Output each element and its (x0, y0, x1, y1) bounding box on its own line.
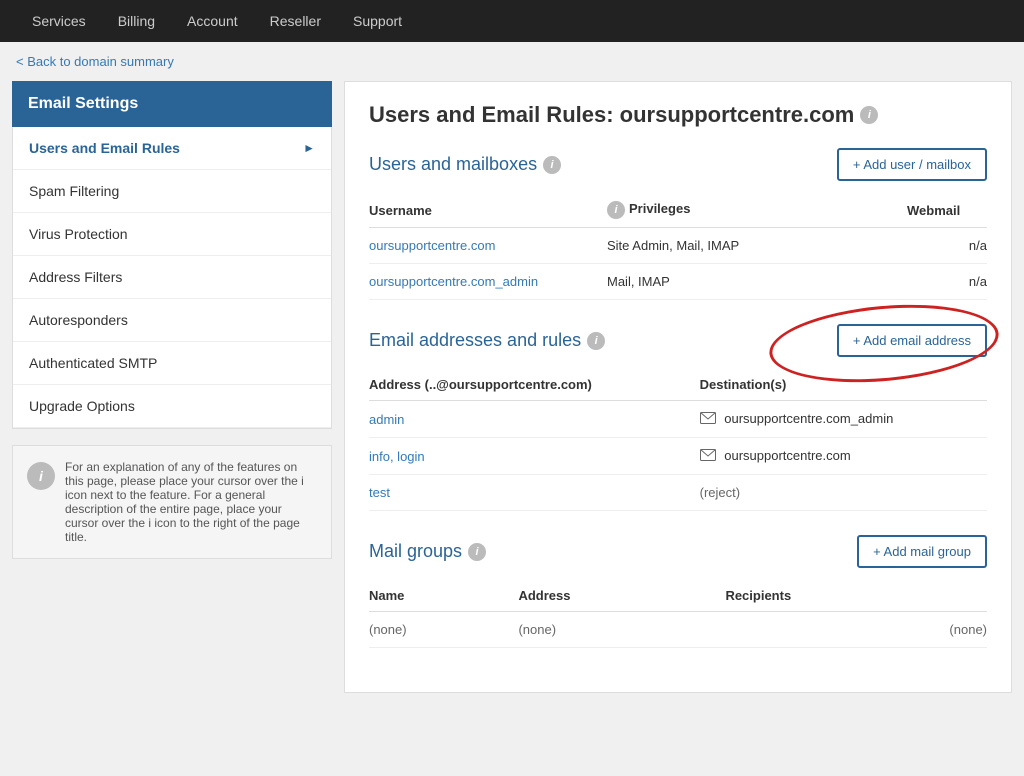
sidebar-info-text: For an explanation of any of the feature… (65, 460, 317, 544)
sidebar-item-spam-filtering[interactable]: Spam Filtering (13, 170, 331, 213)
page-title-text: Users and Email Rules: oursupportcentre.… (369, 102, 854, 128)
add-mail-group-button[interactable]: + Add mail group (857, 535, 987, 568)
email-address-link[interactable]: test (369, 485, 390, 500)
sidebar: Email Settings Users and Email Rules ► S… (12, 81, 332, 693)
sidebar-item-autoresponders[interactable]: Autoresponders (13, 299, 331, 342)
sidebar-item-upgrade-options[interactable]: Upgrade Options (13, 385, 331, 428)
add-email-address-button[interactable]: + Add email address (837, 324, 987, 357)
email-address-link[interactable]: admin (369, 412, 404, 427)
privileges-cell: Site Admin, Mail, IMAP (607, 228, 907, 264)
users-section-header: Users and mailboxes i + Add user / mailb… (369, 148, 987, 181)
info-icon: i (27, 462, 55, 490)
table-row: oursupportcentre.com_admin Mail, IMAP n/… (369, 264, 987, 300)
nav-billing[interactable]: Billing (102, 0, 171, 42)
sidebar-info-box: i For an explanation of any of the featu… (12, 445, 332, 559)
group-recipients-cell: (none) (725, 612, 987, 648)
table-row: info, login oursupportcentre.com (369, 438, 987, 475)
nav-services[interactable]: Services (16, 0, 102, 42)
mail-groups-section-title: Mail groups i (369, 541, 486, 562)
sidebar-title: Email Settings (12, 81, 332, 127)
sidebar-item-label: Autoresponders (29, 312, 128, 328)
sidebar-item-virus-protection[interactable]: Virus Protection (13, 213, 331, 256)
email-section-header: Email addresses and rules i + Add email … (369, 324, 987, 357)
mail-icon (700, 412, 716, 427)
mail-icon (700, 449, 716, 464)
destination-cell: (reject) (700, 475, 987, 511)
table-row: (none) (none) (none) (369, 612, 987, 648)
back-link-container: < Back to domain summary (0, 42, 1024, 81)
nav-reseller[interactable]: Reseller (254, 0, 337, 42)
nav-account[interactable]: Account (171, 0, 254, 42)
username-link[interactable]: oursupportcentre.com (369, 238, 495, 253)
destination-cell: oursupportcentre.com_admin (700, 401, 987, 438)
mail-groups-section-header: Mail groups i + Add mail group (369, 535, 987, 568)
page-title: Users and Email Rules: oursupportcentre.… (369, 102, 987, 128)
users-table: Username iPrivileges Webmail oursupportc… (369, 193, 987, 300)
destination-column-header: Destination(s) (700, 369, 987, 401)
group-name-cell: (none) (369, 612, 518, 648)
privileges-column-header: iPrivileges (607, 193, 907, 228)
group-address-cell: (none) (518, 612, 725, 648)
sidebar-item-label: Spam Filtering (29, 183, 119, 199)
email-address-link[interactable]: info, login (369, 449, 425, 464)
email-section-title-text: Email addresses and rules (369, 330, 581, 351)
table-row: test (reject) (369, 475, 987, 511)
name-column-header: Name (369, 580, 518, 612)
webmail-cell: n/a (907, 228, 987, 264)
sidebar-item-users-email-rules[interactable]: Users and Email Rules ► (13, 127, 331, 170)
sidebar-menu: Users and Email Rules ► Spam Filtering V… (12, 127, 332, 429)
main-layout: Email Settings Users and Email Rules ► S… (0, 81, 1024, 705)
back-to-domain-link[interactable]: < Back to domain summary (16, 54, 174, 69)
username-column-header: Username (369, 193, 607, 228)
email-section-title: Email addresses and rules i (369, 330, 605, 351)
destination-cell: oursupportcentre.com (700, 438, 987, 475)
mail-groups-title-text: Mail groups (369, 541, 462, 562)
add-email-button-container: + Add email address (837, 324, 987, 357)
chevron-right-icon: ► (303, 141, 315, 155)
username-link[interactable]: oursupportcentre.com_admin (369, 274, 538, 289)
webmail-cell: n/a (907, 264, 987, 300)
main-content: Users and Email Rules: oursupportcentre.… (344, 81, 1012, 693)
address-column-header: Address (518, 580, 725, 612)
address-column-header: Address (..@oursupportcentre.com) (369, 369, 700, 401)
nav-support[interactable]: Support (337, 0, 418, 42)
sidebar-item-label: Upgrade Options (29, 398, 135, 414)
table-row: admin oursupportcentre.com_admin (369, 401, 987, 438)
users-section-title: Users and mailboxes i (369, 154, 561, 175)
sidebar-item-label: Virus Protection (29, 226, 128, 242)
sidebar-item-label: Users and Email Rules (29, 140, 180, 156)
page-title-info-icon[interactable]: i (860, 106, 878, 124)
webmail-column-header: Webmail (907, 193, 987, 228)
sidebar-item-authenticated-smtp[interactable]: Authenticated SMTP (13, 342, 331, 385)
email-table: Address (..@oursupportcentre.com) Destin… (369, 369, 987, 511)
mail-groups-table: Name Address Recipients (none) (none) (n… (369, 580, 987, 648)
add-user-mailbox-button[interactable]: + Add user / mailbox (837, 148, 987, 181)
mail-groups-info-icon[interactable]: i (468, 543, 486, 561)
table-row: oursupportcentre.com Site Admin, Mail, I… (369, 228, 987, 264)
privileges-info-icon[interactable]: i (607, 201, 625, 219)
top-nav: Services Billing Account Reseller Suppor… (0, 0, 1024, 42)
privileges-cell: Mail, IMAP (607, 264, 907, 300)
sidebar-item-address-filters[interactable]: Address Filters (13, 256, 331, 299)
email-section-info-icon[interactable]: i (587, 332, 605, 350)
users-section-info-icon[interactable]: i (543, 156, 561, 174)
sidebar-item-label: Address Filters (29, 269, 122, 285)
users-section-title-text: Users and mailboxes (369, 154, 537, 175)
sidebar-item-label: Authenticated SMTP (29, 355, 157, 371)
recipients-column-header: Recipients (725, 580, 987, 612)
